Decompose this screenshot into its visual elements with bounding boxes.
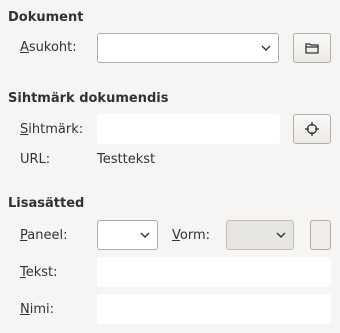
- name-label: Nimi:: [20, 302, 54, 317]
- form-label-mnemonic: V: [172, 228, 180, 243]
- target-in-document-button[interactable]: [293, 114, 331, 144]
- form-label: Vorm:: [172, 228, 210, 243]
- chevron-down-icon: [276, 232, 286, 238]
- chevron-down-icon: [261, 45, 271, 51]
- text-label: Tekst:: [20, 265, 58, 280]
- events-button[interactable]: [310, 220, 331, 250]
- text-input[interactable]: [97, 257, 331, 287]
- name-label-text: imi:: [29, 302, 55, 317]
- form-label-text: orm:: [179, 228, 211, 243]
- location-combobox[interactable]: [97, 33, 279, 63]
- document-section-heading: Dokument: [8, 10, 84, 25]
- folder-icon: [305, 43, 319, 54]
- name-label-mnemonic: N: [20, 302, 30, 317]
- target-label: Sihtmärk:: [20, 122, 83, 137]
- text-label-text: ekst:: [25, 265, 58, 280]
- url-label: URL:: [20, 152, 51, 167]
- target-section-heading: Sihtmärk dokumendis: [8, 91, 169, 106]
- url-value: Testtekst: [97, 152, 156, 167]
- frame-label-text: aneel:: [27, 228, 68, 243]
- location-label-text: sukoht:: [28, 40, 77, 55]
- crosshair-icon: [305, 122, 319, 136]
- target-label-text: ihtmärk:: [28, 122, 84, 137]
- further-settings-heading: Lisasätted: [8, 196, 85, 211]
- frame-label: Paneel:: [20, 228, 67, 243]
- name-input[interactable]: [97, 294, 331, 324]
- frame-combobox[interactable]: [97, 220, 158, 250]
- location-label: Asukoht:: [20, 40, 77, 55]
- target-input[interactable]: [97, 114, 280, 144]
- location-label-mnemonic: A: [20, 40, 29, 55]
- open-file-button[interactable]: [293, 33, 331, 63]
- chevron-down-icon: [140, 232, 150, 238]
- form-combobox[interactable]: [226, 220, 294, 250]
